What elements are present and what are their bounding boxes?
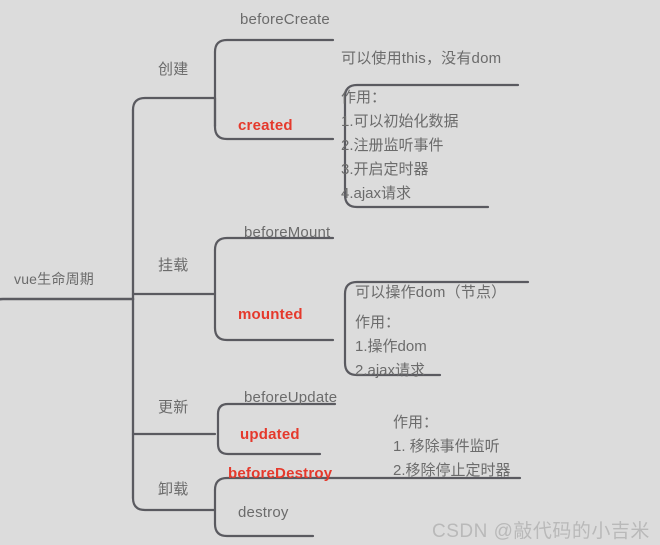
hook-updated[interactable]: updated (240, 427, 300, 442)
detail-mounted-item-1: 1.操作dom (355, 338, 427, 355)
csdn-watermark: CSDN @敲代码的小吉米 (432, 521, 650, 542)
detail-destroy-heading: 作用： (393, 414, 439, 431)
hook-before-create[interactable]: beforeCreate (240, 12, 330, 27)
detail-created-item-3: 3.开启定时器 (341, 161, 429, 178)
detail-created-item-2: 2.注册监听事件 (341, 137, 444, 154)
mindmap-canvas: vue生命周期 创建 beforeCreate created 可以使用this… (0, 0, 660, 545)
hook-before-mount[interactable]: beforeMount (244, 225, 330, 240)
hook-before-destroy[interactable]: beforeDestroy (228, 466, 332, 481)
note-mounted[interactable]: 可以操作dom（节点） (355, 285, 506, 300)
detail-mounted-item-2: 2.ajax请求 (355, 362, 426, 379)
detail-created-item-4: 4.ajax请求 (341, 185, 412, 202)
branch-label-create[interactable]: 创建 (158, 62, 188, 77)
detail-created-item-1: 1.可以初始化数据 (341, 113, 459, 130)
hook-mounted[interactable]: mounted (238, 307, 303, 322)
detail-mounted-heading: 作用： (355, 314, 401, 331)
hook-destroy[interactable]: destroy (238, 505, 289, 520)
note-created[interactable]: 可以使用this，没有dom (341, 51, 501, 66)
detail-destroy[interactable]: 作用： 1. 移除事件监听 2.移除停止定时器 (393, 411, 511, 483)
detail-destroy-item-2: 2.移除停止定时器 (393, 462, 511, 479)
connector-lines (0, 38, 530, 538)
root-node-label[interactable]: vue生命周期 (14, 272, 94, 286)
detail-created-heading: 作用： (341, 89, 387, 106)
branch-label-update[interactable]: 更新 (158, 400, 188, 415)
branch-label-destroy[interactable]: 卸载 (158, 482, 188, 497)
hook-created[interactable]: created (238, 118, 293, 133)
detail-destroy-item-1: 1. 移除事件监听 (393, 438, 500, 455)
detail-created[interactable]: 作用： 1.可以初始化数据 2.注册监听事件 3.开启定时器 4.ajax请求 (341, 86, 459, 206)
hook-before-update[interactable]: beforeUpdate (244, 390, 337, 405)
branch-label-mount[interactable]: 挂载 (158, 258, 188, 273)
detail-mounted[interactable]: 作用： 1.操作dom 2.ajax请求 (355, 311, 427, 383)
